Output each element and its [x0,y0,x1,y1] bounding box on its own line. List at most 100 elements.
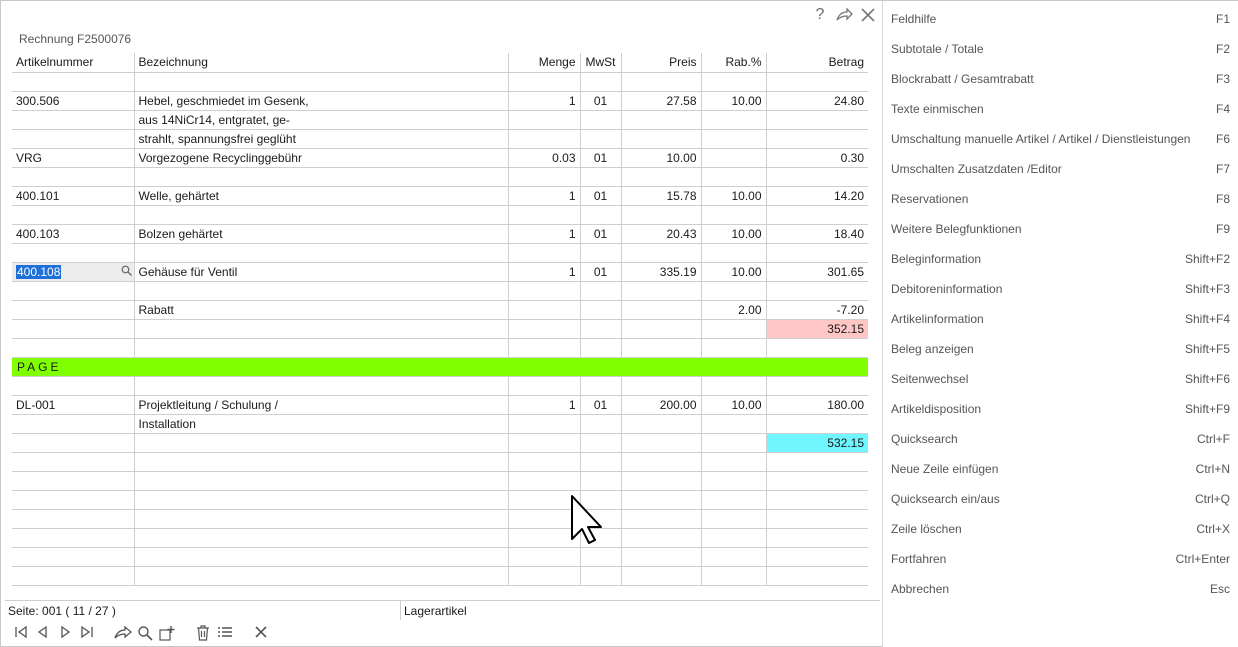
cell-artikelnummer[interactable] [12,205,135,225]
cell-bezeichnung[interactable] [134,490,509,510]
cell-artikelnummer[interactable] [12,566,135,586]
cell-bezeichnung[interactable] [134,528,509,548]
cell-bezeichnung[interactable] [134,547,509,567]
cell-artikelnummer[interactable] [12,110,135,130]
cell-menge[interactable] [508,547,581,567]
cell-menge[interactable] [508,338,581,358]
cell-bezeichnung[interactable] [134,566,509,586]
col-rabatt[interactable]: Rab.% [701,53,767,73]
cell-rabatt[interactable] [701,528,767,548]
cell-preis[interactable] [621,110,702,130]
cell-menge[interactable] [508,243,581,263]
cell-betrag[interactable] [766,471,868,491]
cell-menge[interactable] [508,376,581,396]
close-icon[interactable] [251,625,271,645]
cell-rabatt[interactable] [701,471,767,491]
shortcut-item[interactable]: Zeile löschen Ctrl+X [891,519,1230,539]
col-mwst[interactable]: MwSt [580,53,622,73]
cell-bezeichnung[interactable] [134,167,509,187]
cell-betrag[interactable]: 14.20 [766,186,868,206]
table-row[interactable] [12,509,868,529]
cell-rabatt[interactable] [701,129,767,149]
cell-preis[interactable] [621,205,702,225]
cell-betrag[interactable] [766,547,868,567]
table-row[interactable] [12,281,868,301]
cell-rabatt[interactable]: 10.00 [701,91,767,111]
cell-menge[interactable] [508,433,581,453]
cell-betrag[interactable] [766,509,868,529]
cell-mwst[interactable] [580,319,622,339]
cell-mwst[interactable] [580,414,622,434]
table-row[interactable] [12,167,868,187]
cell-artikelnummer[interactable] [12,300,135,320]
cell-bezeichnung[interactable]: Installation [134,414,509,434]
cell-menge[interactable] [508,319,581,339]
cell-preis[interactable] [621,129,702,149]
cell-rabatt[interactable]: 10.00 [701,395,767,415]
shortcut-item[interactable]: Fortfahren Ctrl+Enter [891,549,1230,569]
cell-mwst[interactable] [580,110,622,130]
cell-betrag-total[interactable]: 352.15 [766,319,868,339]
cell-preis[interactable] [621,72,702,92]
table-row[interactable]: DL-001 Projektleitung / Schulung /1 01 200.… [12,395,868,415]
cell-mwst[interactable] [580,300,622,320]
cell-menge[interactable] [508,566,581,586]
cell-preis[interactable]: 335.19 [621,262,702,282]
cell-preis[interactable] [621,167,702,187]
cell-bezeichnung[interactable]: Projektleitung / Schulung / [134,395,509,415]
cell-artikelnummer[interactable] [12,471,135,491]
search-icon[interactable] [121,264,132,281]
cell-betrag[interactable] [766,205,868,225]
cell-menge[interactable]: 1 [508,395,581,415]
shortcut-item[interactable]: Feldhilfe F1 [891,9,1230,29]
cell-artikelnummer[interactable] [12,509,135,529]
cell-bezeichnung[interactable] [134,452,509,472]
cell-preis[interactable] [621,338,702,358]
cell-mwst[interactable] [580,167,622,187]
table-row[interactable]: 352.15 [12,319,868,339]
cell-betrag-total[interactable]: 532.15 [766,433,868,453]
cell-artikelnummer[interactable] [12,528,135,548]
cell-mwst[interactable] [580,72,622,92]
cell-bezeichnung[interactable]: aus 14NiCr14, entgratet, ge- [134,110,509,130]
cell-menge[interactable] [508,205,581,225]
list-icon[interactable] [215,625,235,645]
table-row[interactable] [12,471,868,491]
shortcut-item[interactable]: Blockrabatt / Gesamtrabatt F3 [891,69,1230,89]
cell-betrag[interactable] [766,110,868,130]
cell-rabatt[interactable] [701,414,767,434]
cell-preis[interactable] [621,528,702,548]
table-row[interactable]: Installation [12,414,868,434]
cell-betrag[interactable] [766,414,868,434]
table-row[interactable]: aus 14NiCr14, entgratet, ge- [12,110,868,130]
cell-mwst[interactable]: 01 [580,186,622,206]
shortcut-item[interactable]: Seitenwechsel Shift+F6 [891,369,1230,389]
cell-betrag[interactable]: -7.20 [766,300,868,320]
cell-mwst[interactable] [580,243,622,263]
cell-artikelnummer[interactable] [12,243,135,263]
cell-betrag[interactable]: 0.30 [766,148,868,168]
cell-rabatt[interactable] [701,205,767,225]
table-row[interactable]: 400.108 Gehäuse für Ventil 1 01 335.19 10.00 3… [12,262,868,282]
cell-artikelnummer[interactable]: DL-001 [12,395,135,415]
cell-preis[interactable] [621,547,702,567]
col-preis[interactable]: Preis [621,53,702,73]
shortcut-item[interactable]: Subtotale / Totale F2 [891,39,1230,59]
cell-mwst[interactable]: 01 [580,395,622,415]
cell-rabatt[interactable] [701,547,767,567]
cell-menge[interactable]: 1 [508,262,581,282]
cell-mwst[interactable]: 01 [580,91,622,111]
cell-menge[interactable] [508,452,581,472]
table-row[interactable] [12,205,868,225]
col-artikelnummer[interactable]: Artikelnummer [12,53,135,73]
shortcut-item[interactable]: Artikelinformation Shift+F4 [891,309,1230,329]
table-row[interactable]: VRG Vorgezogene Recyclinggebühr 0.03 01 10.0… [12,148,868,168]
cell-betrag[interactable] [766,243,868,263]
cell-betrag[interactable]: 301.65 [766,262,868,282]
page-break-row[interactable]: PAGE [12,357,868,377]
cell-betrag[interactable]: 24.80 [766,91,868,111]
table-row[interactable] [12,490,868,510]
cell-artikelnummer[interactable] [12,433,135,453]
cell-artikelnummer[interactable] [12,490,135,510]
cell-bezeichnung[interactable]: Rabatt [134,300,509,320]
